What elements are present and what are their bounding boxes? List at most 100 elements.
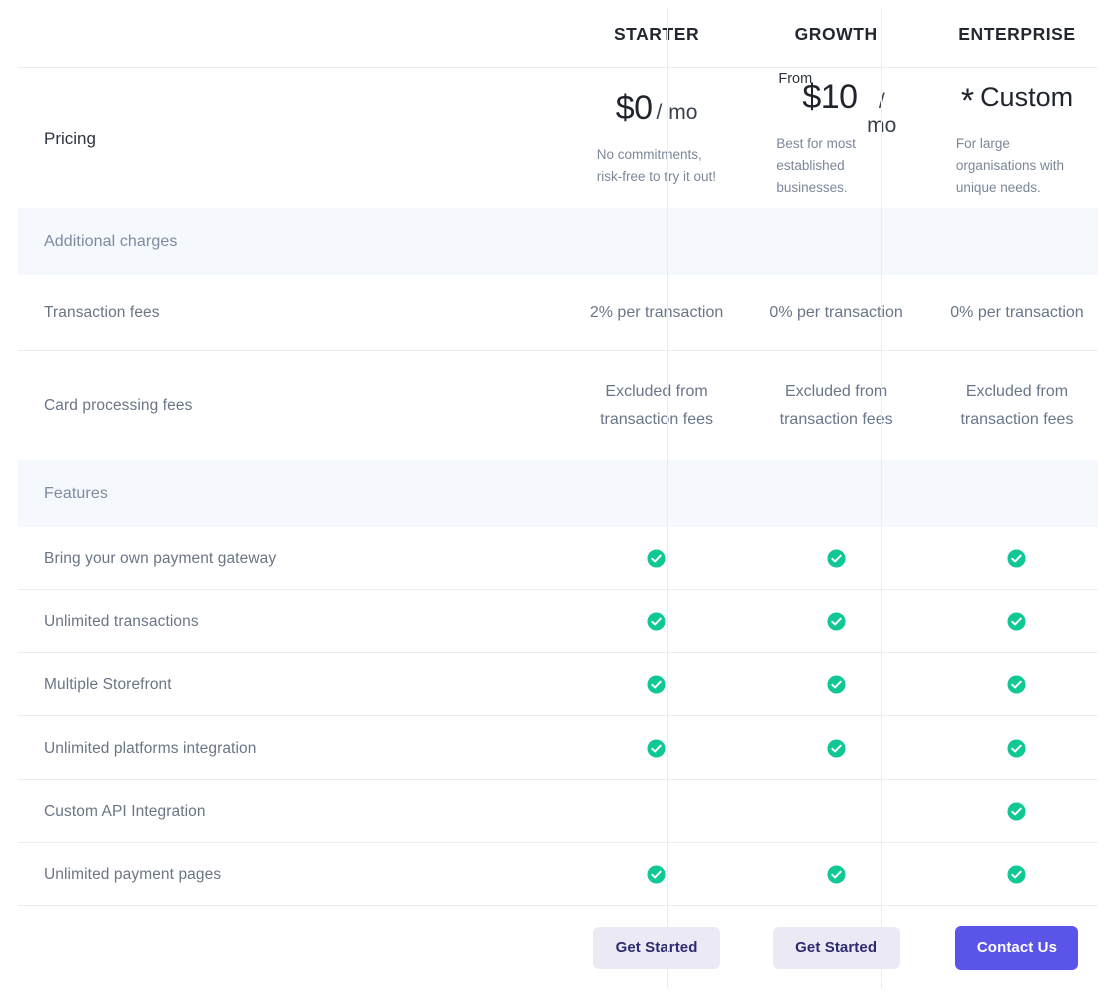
row-divider bbox=[18, 779, 1098, 781]
row-label-cell: Unlimited platforms integration bbox=[0, 740, 567, 758]
section-header-label-cell: Features bbox=[0, 485, 667, 503]
pricing-cell-enterprise: * Custom For large organisations with un… bbox=[926, 78, 1108, 199]
row-label-feature: Custom API Integration bbox=[44, 802, 206, 820]
row-label-feature: Multiple Storefront bbox=[44, 675, 172, 693]
check-wrap bbox=[647, 865, 666, 884]
cta-cell-enterprise: Contact Us bbox=[926, 925, 1108, 970]
cell-value: 2% per transaction bbox=[589, 304, 724, 321]
table-row: Unlimited transactions bbox=[0, 590, 1108, 654]
pricing-amount-line-enterprise: * Custom bbox=[950, 78, 1084, 122]
row-label-cell: Card processing fees bbox=[0, 397, 567, 415]
check-wrap bbox=[1007, 612, 1026, 631]
section-header-features: Features bbox=[0, 460, 1108, 527]
check-circle-icon bbox=[1007, 549, 1026, 568]
check-circle-icon bbox=[1007, 675, 1026, 694]
check-wrap bbox=[1007, 675, 1026, 694]
feature-cell-enterprise bbox=[926, 675, 1108, 694]
table-row: Unlimited platforms integration bbox=[0, 717, 1108, 781]
table-row: Bring your own payment gateway bbox=[0, 527, 1108, 591]
check-wrap bbox=[827, 675, 846, 694]
check-circle-icon bbox=[1007, 612, 1026, 631]
pricing-row: Pricing $0 / mo No commitments, risk-fre… bbox=[0, 69, 1108, 208]
feature-cell-growth bbox=[746, 612, 926, 631]
row-label-cell: Unlimited transactions bbox=[0, 613, 567, 631]
column-header-enterprise-label: ENTERPRISE bbox=[958, 23, 1076, 44]
get-started-button-starter[interactable]: Get Started bbox=[593, 926, 721, 969]
check-wrap bbox=[827, 612, 846, 631]
check-circle-icon bbox=[827, 675, 846, 694]
check-wrap bbox=[647, 612, 666, 631]
feature-cell-starter bbox=[567, 612, 747, 631]
table-row: Transaction fees 2% per transaction 0% p… bbox=[0, 275, 1108, 351]
row-divider bbox=[18, 350, 1098, 351]
check-wrap bbox=[827, 549, 846, 568]
section-header-additional-charges: Additional charges bbox=[0, 208, 1108, 275]
row-label-feature: Unlimited transactions bbox=[44, 612, 199, 630]
cell-value: 0% per transaction bbox=[769, 304, 903, 321]
check-wrap bbox=[1007, 865, 1026, 884]
feature-cell-growth bbox=[746, 675, 926, 694]
row-label-feature: Unlimited payment pages bbox=[44, 865, 222, 883]
row-divider bbox=[18, 652, 1098, 654]
cell-value: Excluded from transaction fees bbox=[960, 382, 1074, 428]
check-circle-icon bbox=[647, 612, 666, 631]
feature-cell-starter bbox=[567, 675, 747, 694]
table-row: Card processing fees Excluded from trans… bbox=[0, 351, 1108, 460]
row-label-transaction-fees: Transaction fees bbox=[44, 304, 160, 321]
row-label-feature: Bring your own payment gateway bbox=[44, 549, 277, 567]
feature-cell-enterprise bbox=[926, 865, 1108, 884]
row-label-cell: Multiple Storefront bbox=[0, 676, 567, 694]
row-label-cell: Bring your own payment gateway bbox=[0, 550, 567, 568]
cell-card-processing-fees-enterprise: Excluded from transaction fees bbox=[926, 378, 1108, 434]
column-header-starter: STARTER bbox=[567, 24, 747, 45]
cta-row: Get Started Get Started Contact Us bbox=[0, 907, 1108, 988]
pricing-period-starter: / mo bbox=[656, 101, 698, 124]
check-wrap bbox=[827, 739, 846, 758]
pricing-from-label-growth: From bbox=[778, 71, 813, 87]
table-row: Custom API Integration bbox=[0, 780, 1108, 844]
check-circle-icon bbox=[647, 549, 666, 568]
cell-value: Excluded from transaction fees bbox=[779, 382, 893, 428]
feature-cell-enterprise bbox=[926, 612, 1108, 631]
feature-cell-growth bbox=[746, 549, 926, 568]
pricing-amount-line-starter: $0 / mo bbox=[591, 89, 723, 133]
check-circle-icon bbox=[1007, 865, 1026, 884]
row-label-cell: Unlimited payment pages bbox=[0, 866, 567, 884]
pricing-description-enterprise: For large organisations with unique need… bbox=[955, 136, 1064, 195]
pricing-description-starter: No commitments, risk-free to try it out! bbox=[596, 147, 717, 184]
row-divider bbox=[18, 715, 1098, 717]
feature-cell-enterprise bbox=[926, 549, 1108, 568]
row-divider bbox=[18, 589, 1098, 591]
feature-cell-growth bbox=[746, 865, 926, 884]
feature-cell-enterprise bbox=[926, 802, 1108, 821]
row-label-feature: Unlimited platforms integration bbox=[44, 739, 257, 757]
table-header-row: STARTER GROWTH ENTERPRISE bbox=[0, 0, 1108, 68]
feature-cell-enterprise bbox=[926, 739, 1108, 758]
row-label-card-processing-fees: Card processing fees bbox=[44, 396, 193, 414]
pricing-cell-starter: $0 / mo No commitments, risk-free to try… bbox=[567, 89, 747, 188]
check-wrap bbox=[827, 865, 846, 884]
check-wrap bbox=[647, 549, 666, 568]
cell-value: 0% per transaction bbox=[950, 304, 1084, 321]
cell-transaction-fees-starter: 2% per transaction bbox=[567, 299, 747, 327]
check-circle-icon bbox=[827, 549, 846, 568]
cta-cell-starter: Get Started bbox=[567, 926, 747, 969]
column-header-growth: GROWTH bbox=[746, 24, 926, 45]
contact-us-button-enterprise[interactable]: Contact Us bbox=[955, 925, 1079, 970]
table-row: Multiple Storefront bbox=[0, 653, 1108, 717]
pricing-row-label: Pricing bbox=[44, 128, 96, 148]
pricing-amount-line-growth: From $10 / mo bbox=[770, 72, 902, 137]
check-wrap bbox=[647, 675, 666, 694]
column-header-growth-label: GROWTH bbox=[794, 23, 878, 44]
pricing-description-growth: Best for most established businesses. bbox=[776, 136, 856, 195]
pricing-asterisk-enterprise: * bbox=[960, 82, 975, 120]
header-divider bbox=[18, 67, 1098, 68]
check-circle-icon bbox=[827, 612, 846, 631]
check-circle-icon bbox=[647, 675, 666, 694]
cell-card-processing-fees-starter: Excluded from transaction fees bbox=[567, 378, 747, 434]
row-label-cell: Transaction fees bbox=[0, 304, 567, 322]
pricing-amount-starter: $0 bbox=[615, 89, 653, 127]
cell-card-processing-fees-growth: Excluded from transaction fees bbox=[746, 378, 926, 434]
section-header-label-cell: Additional charges bbox=[0, 233, 667, 251]
cell-transaction-fees-growth: 0% per transaction bbox=[746, 299, 926, 327]
